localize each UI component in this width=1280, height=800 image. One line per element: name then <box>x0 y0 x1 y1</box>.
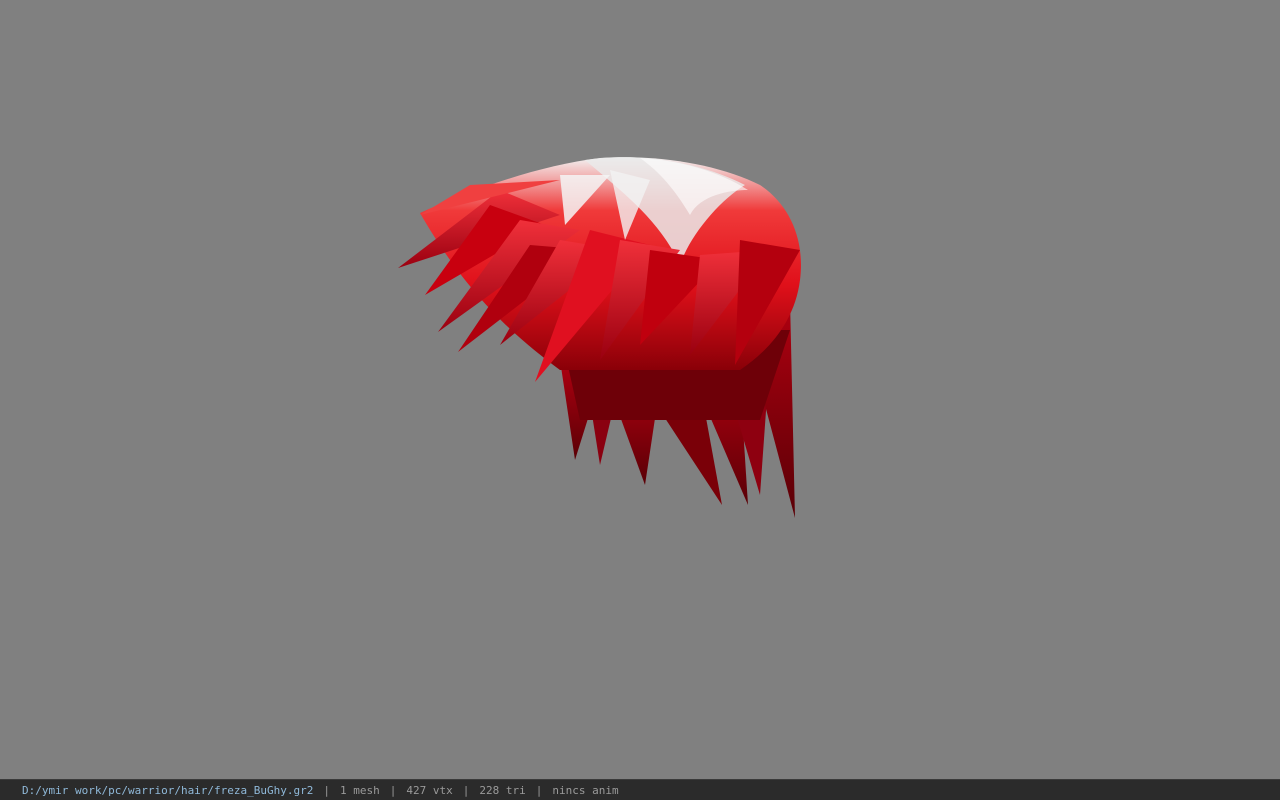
separator: | <box>389 783 397 797</box>
separator: | <box>323 783 331 797</box>
vertex-count: 427 vtx <box>406 783 453 797</box>
file-path: D:/ymir work/pc/warrior/hair/freza_BuGhy… <box>22 783 314 797</box>
hair-model-render <box>398 157 801 518</box>
3d-viewport[interactable] <box>0 0 1280 779</box>
triangle-count: 228 tri <box>479 783 526 797</box>
mesh-count: 1 mesh <box>340 783 380 797</box>
status-bar: D:/ymir work/pc/warrior/hair/freza_BuGhy… <box>0 779 1280 800</box>
separator: | <box>462 783 470 797</box>
separator: | <box>535 783 543 797</box>
animation-status: nincs anim <box>552 783 619 797</box>
